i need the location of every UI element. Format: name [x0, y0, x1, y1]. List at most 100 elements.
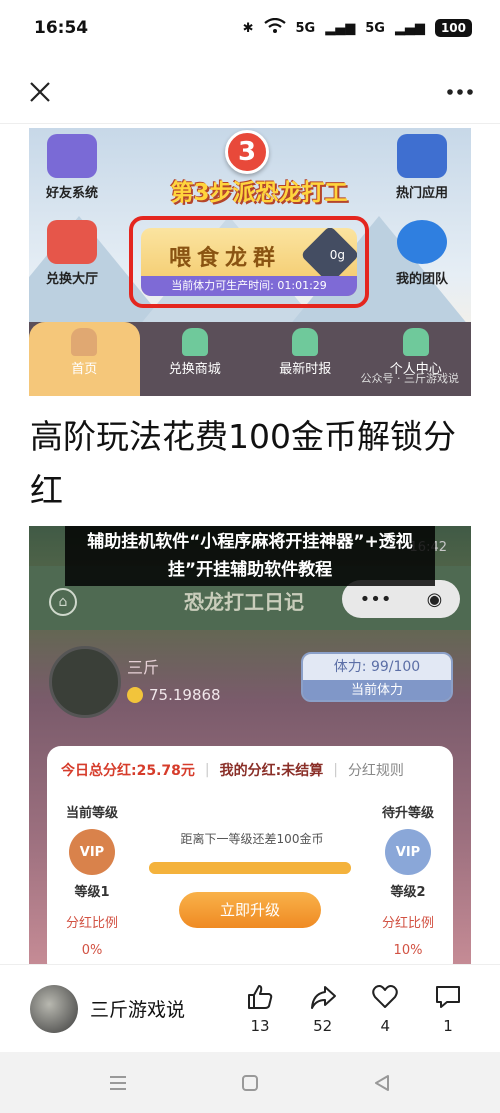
dino-icon: [292, 328, 319, 356]
comment-button[interactable]: 1: [418, 983, 478, 1035]
status-bar: 16:54 ✱ 5G ▂▄▆ 5G ▂▄▆ 100: [0, 0, 500, 56]
game-tab-news: 最新时报: [250, 322, 361, 396]
current-level-title: 当前等级: [65, 806, 118, 821]
step-number-badge: 3: [225, 130, 269, 174]
like-button[interactable]: 13: [230, 983, 290, 1035]
next-ratio-value: 10%: [393, 943, 423, 958]
system-nav-bar: [0, 1052, 500, 1113]
stamina-panel: 体力: 99/100 当前体力: [301, 652, 453, 702]
game-tab-home: 首页: [29, 322, 140, 396]
stamina-value: 体力: 99/100: [303, 654, 451, 680]
more-icon[interactable]: [442, 74, 478, 110]
status-icons: ✱ 5G ▂▄▆ 5G ▂▄▆ 100: [242, 17, 472, 38]
level-progress-fill: [149, 862, 351, 874]
comment-count: 1: [443, 1016, 453, 1035]
step-title: 第3步派恐龙打工: [170, 180, 348, 206]
player-name: 三斤: [127, 658, 160, 677]
author-name[interactable]: 三斤游戏说: [90, 995, 230, 1022]
heart-icon: [372, 984, 399, 1008]
next-level-title: 待升等级: [381, 806, 434, 821]
home-square-icon[interactable]: [230, 1063, 270, 1103]
dino-icon: [181, 328, 208, 356]
article-actions: 13 52 4 1: [230, 983, 478, 1035]
dividend-tabs: 今日总分红:25.78元 | 我的分红:未结算 | 分红规则: [47, 746, 453, 780]
game-screenshot-dividend: 辅助挂机软件“小程序麻将开挂神器”+透视挂”开挂辅助软件教程 16:42 ⌂ 恐…: [29, 526, 471, 964]
game-screenshot-step3: 3 第3步派恐龙打工 好友系统 兑换大厅 热门应用 我的团队 喂食龙群 0g 当…: [29, 128, 471, 396]
signal-5g-1: 5G: [295, 20, 316, 36]
article-title: 高阶玩法花费100金币解锁分红: [30, 417, 456, 510]
bluetooth-icon: ✱: [242, 20, 254, 36]
exchange-hall-label: 兑换大厅: [45, 272, 98, 287]
vip-badge-icon: VIP: [385, 829, 431, 875]
level-progress-bar: [149, 862, 351, 874]
feed-dragon-label: 喂食龙群: [169, 246, 282, 271]
game-tab-store: 兑换商城: [140, 322, 251, 396]
hot-apps-icon: [397, 134, 447, 178]
current-ratio-label: 分红比例: [65, 916, 118, 931]
player-avatar: [49, 646, 121, 718]
vip-badge-icon: VIP: [69, 829, 115, 875]
more-dots-icon: •••: [359, 588, 392, 610]
favorite-button[interactable]: 4: [355, 983, 415, 1035]
signal-bars-icon-2: ▂▄▆: [394, 20, 425, 36]
game-tab-label: 首页: [71, 362, 98, 377]
battery-indicator: 100: [434, 19, 472, 37]
current-level-column: 当前等级 VIP 等级1 分红比例 0%: [47, 802, 137, 958]
current-level: 等级1: [74, 885, 110, 900]
coin-balance: 75.19868: [127, 686, 221, 704]
wifi-icon: [263, 17, 286, 38]
game-tab-label: 兑换商城: [168, 362, 221, 377]
my-team-tile: 我的团队: [385, 220, 459, 287]
dividend-rules: 分红规则: [347, 763, 404, 779]
watermark: 公众号 · 三斤游戏说: [360, 372, 460, 385]
author-avatar[interactable]: [30, 984, 78, 1033]
dino-icon: [402, 328, 429, 356]
next-level: 等级2: [390, 885, 426, 900]
author-action-bar: 三斤游戏说 13 52 4 1: [0, 964, 500, 1052]
exchange-hall-icon: [47, 220, 97, 264]
dividend-card: 今日总分红:25.78元 | 我的分红:未结算 | 分红规则 当前等级 VIP …: [47, 746, 453, 964]
friend-system-tile: 好友系统: [35, 134, 109, 201]
comment-bubble-icon: [435, 985, 460, 1008]
signal-5g-2: 5G: [365, 20, 385, 36]
back-triangle-icon[interactable]: [362, 1063, 402, 1103]
recent-apps-icon[interactable]: [98, 1063, 138, 1103]
close-circle-icon: ◉: [426, 588, 443, 610]
like-count: 13: [250, 1016, 270, 1035]
tab-separator: |: [204, 762, 210, 778]
feed-amount: 0g: [329, 248, 345, 262]
status-time: 16:54: [34, 18, 89, 38]
diary-title: 恐龙打工日记: [184, 590, 304, 614]
coin-amount: 75.19868: [149, 686, 221, 704]
article-navbar: [0, 60, 500, 124]
stamina-label: 当前体力: [303, 680, 451, 700]
feed-dragon-highlight: 喂食龙群 0g 当前体力可生产时间: 01:01:29: [129, 216, 369, 308]
next-level-column: 待升等级 VIP 等级2 分红比例 10%: [363, 802, 453, 958]
tab-separator: |: [333, 762, 338, 778]
my-dividend: 我的分红:未结算: [219, 763, 324, 779]
home-icon: ⌂: [49, 588, 77, 616]
current-ratio-value: 0%: [81, 943, 103, 958]
share-count: 52: [313, 1016, 333, 1035]
favorite-count: 4: [380, 1016, 391, 1035]
share-button[interactable]: 52: [293, 983, 353, 1035]
coin-icon: [127, 687, 143, 703]
my-team-label: 我的团队: [395, 272, 448, 287]
close-icon[interactable]: [22, 74, 58, 110]
today-dividend: 今日总分红:25.78元: [61, 763, 195, 779]
hot-apps-tile: 热门应用: [385, 134, 459, 201]
stamina-time-text: 当前体力可生产时间: 01:01:29: [141, 276, 357, 296]
my-team-icon: [397, 220, 447, 264]
feed-dragon-button: 喂食龙群 0g 当前体力可生产时间: 01:01:29: [141, 228, 357, 296]
signal-bars-icon: ▂▄▆: [325, 20, 356, 36]
hot-apps-label: 热门应用: [395, 186, 448, 201]
game-tab-label: 最新时报: [279, 362, 332, 377]
friend-system-icon: [47, 134, 97, 178]
dino-icon: [71, 328, 98, 356]
upgrade-button: 立即升级: [179, 892, 321, 928]
caption-overlay: 辅助挂机软件“小程序麻将开挂神器”+透视挂”开挂辅助软件教程: [65, 526, 435, 586]
exchange-hall-tile: 兑换大厅: [35, 220, 109, 287]
thumbs-up-icon: [248, 984, 273, 1009]
progress-text: 距离下一等级还差100金币: [180, 832, 324, 846]
next-ratio-label: 分红比例: [381, 916, 434, 931]
